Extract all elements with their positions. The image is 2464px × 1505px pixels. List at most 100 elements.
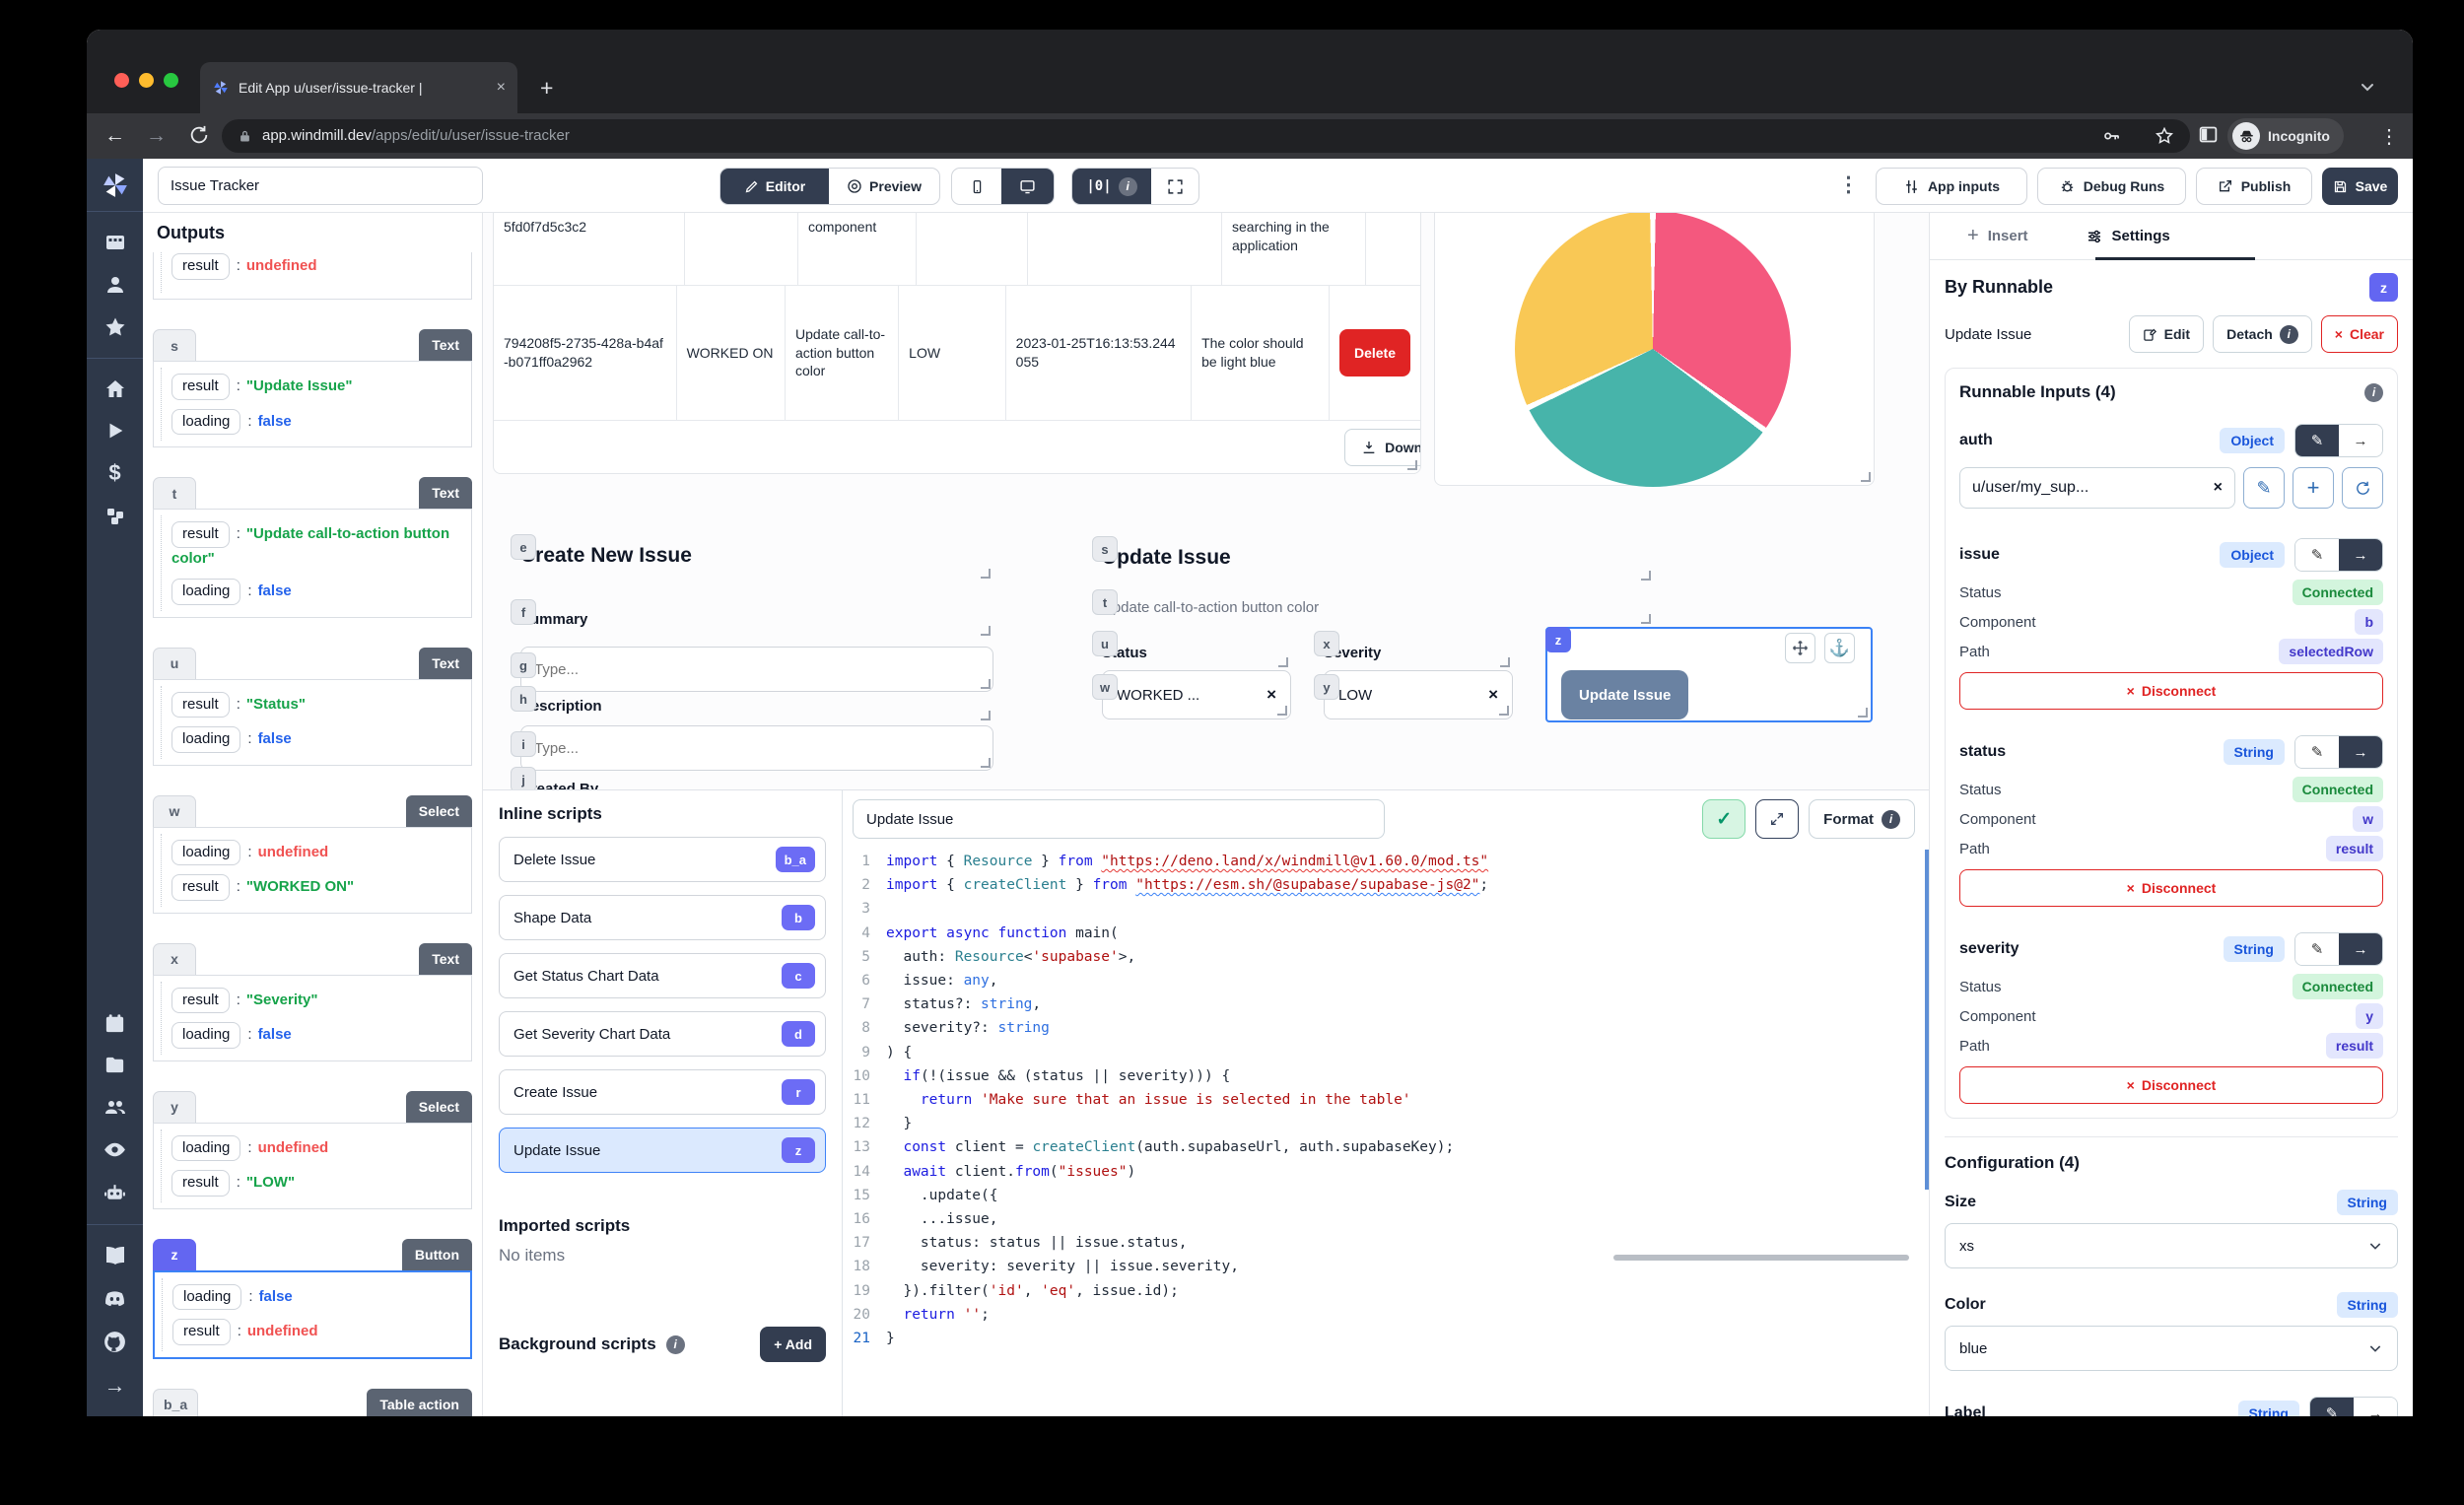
- discord-icon[interactable]: [103, 1286, 127, 1311]
- output-card-y[interactable]: y Select loading: undefined result: "LOW": [153, 1090, 472, 1209]
- output-card-z-selected[interactable]: z Button loading: false result: undefined: [153, 1238, 472, 1359]
- save-button[interactable]: Save: [2322, 168, 2398, 205]
- static-mode-pencil-icon[interactable]: ✎: [2310, 1398, 2354, 1416]
- browser-menu-icon[interactable]: ⋮: [2379, 124, 2399, 149]
- side-panel-icon[interactable]: [2198, 124, 2219, 145]
- sidebar-item-audit-eye[interactable]: [103, 1137, 127, 1162]
- traffic-light-close[interactable]: [114, 73, 129, 88]
- clear-resource-icon[interactable]: ×: [2214, 479, 2223, 497]
- sidebar-item-groups[interactable]: [103, 1095, 127, 1119]
- status-select[interactable]: WORKED ... ×: [1102, 670, 1291, 719]
- traffic-light-minimize[interactable]: [139, 73, 154, 88]
- forward-icon[interactable]: →: [146, 124, 167, 148]
- sidebar-item-variables[interactable]: $: [108, 460, 120, 486]
- app-name-input[interactable]: [158, 167, 483, 205]
- connect-mode-arrow-icon[interactable]: →: [2354, 1398, 2397, 1416]
- clear-select-icon[interactable]: ×: [1266, 685, 1276, 705]
- reload-icon[interactable]: [188, 124, 210, 146]
- severity-select[interactable]: LOW ×: [1324, 670, 1513, 719]
- update-issue-button[interactable]: Update Issue: [1561, 670, 1689, 719]
- sidebar-item-resources[interactable]: [103, 505, 127, 528]
- editor-tab[interactable]: Editor: [720, 169, 829, 204]
- status-pie-chart-card[interactable]: [1434, 213, 1875, 487]
- format-button[interactable]: Format i: [1809, 799, 1915, 839]
- auth-resource-field[interactable]: u/user/my_sup... ×: [1959, 467, 2235, 509]
- collapse-rail-arrow-icon[interactable]: →: [104, 1373, 126, 1399]
- sidebar-item-apps[interactable]: [103, 231, 127, 254]
- static-mode-pencil-icon[interactable]: ✎: [2295, 736, 2339, 768]
- output-card-t[interactable]: t Text result: "Update call-to-action butt…: [153, 477, 472, 618]
- download-button[interactable]: Download: [1344, 429, 1420, 466]
- sidebar-item-home[interactable]: [103, 377, 127, 401]
- script-name-input[interactable]: [853, 799, 1385, 839]
- static-mode-pencil-icon[interactable]: ✎: [2295, 425, 2339, 456]
- debug-runs-button[interactable]: Debug Runs: [2037, 168, 2186, 205]
- connect-mode-arrow-icon[interactable]: →: [2339, 539, 2382, 571]
- sidebar-item-runs[interactable]: [104, 420, 126, 442]
- script-item-update-issue-selected[interactable]: Update Issue z: [499, 1128, 826, 1173]
- issues-table[interactable]: 5fd0f7d5c3c2 component searching in the …: [493, 213, 1421, 474]
- traffic-light-zoom[interactable]: [164, 73, 178, 88]
- refresh-resource-icon[interactable]: [2342, 467, 2383, 509]
- move-handle-icon[interactable]: [1785, 633, 1815, 663]
- delete-row-button[interactable]: Delete: [1339, 329, 1410, 376]
- bookmark-star-icon[interactable]: [2155, 126, 2174, 146]
- app-inputs-button[interactable]: App inputs: [1876, 168, 2027, 205]
- disconnect-button[interactable]: × Disconnect: [1959, 1066, 2383, 1104]
- clear-button[interactable]: × Clear: [2320, 315, 2398, 353]
- disconnect-button[interactable]: × Disconnect: [1959, 672, 2383, 710]
- description-input[interactable]: [520, 725, 993, 771]
- size-select[interactable]: xs: [1945, 1223, 2398, 1268]
- output-card-u[interactable]: u Text result: "Status" loading: false: [153, 647, 472, 766]
- settings-tab[interactable]: Settings: [2086, 228, 2170, 245]
- new-tab-icon[interactable]: +: [540, 77, 553, 100]
- mobile-view-button[interactable]: [952, 169, 1001, 204]
- script-item-get-severity-chart-data[interactable]: Get Severity Chart Data d: [499, 1011, 826, 1057]
- output-card-x[interactable]: x Text result: "Severity" loading: false: [153, 942, 472, 1061]
- sidebar-item-user[interactable]: [103, 273, 127, 297]
- output-card-w[interactable]: w Select loading: undefined result: "WORKED…: [153, 794, 472, 914]
- clear-select-icon[interactable]: ×: [1488, 685, 1498, 705]
- connect-mode-arrow-icon[interactable]: →: [2339, 736, 2382, 768]
- desktop-view-button[interactable]: [1001, 169, 1054, 204]
- status-label-block[interactable]: Status: [1102, 645, 1291, 670]
- script-item-get-status-chart-data[interactable]: Get Status Chart Data c: [499, 953, 826, 998]
- edit-runnable-button[interactable]: Edit: [2128, 315, 2205, 353]
- schema-explorer-button[interactable]: |0| i: [1072, 169, 1151, 204]
- script-item-delete-issue[interactable]: Delete Issue b_a: [499, 837, 826, 882]
- add-resource-icon[interactable]: +: [2293, 467, 2334, 509]
- expand-editor-button[interactable]: [1755, 799, 1800, 839]
- sidebar-item-folders[interactable]: [103, 1054, 126, 1076]
- sidebar-item-favorites-star[interactable]: [103, 315, 127, 339]
- code-editor[interactable]: 1 import { Resource } from "https://deno.…: [843, 850, 1915, 1416]
- description-input-block[interactable]: [520, 725, 993, 771]
- connect-mode-arrow-icon[interactable]: →: [2339, 933, 2382, 965]
- update-issue-subtitle-block[interactable]: Update call-to-action button color: [1102, 599, 1654, 627]
- back-icon[interactable]: ←: [104, 124, 125, 148]
- tab-close-icon[interactable]: ×: [497, 79, 506, 97]
- summary-label-block[interactable]: Summary: [520, 611, 993, 639]
- table-row-selected[interactable]: 794208f5-2735-428a-b4af-b071ff0a2962 WOR…: [494, 286, 1420, 421]
- sidebar-item-schedules[interactable]: [103, 1012, 126, 1035]
- sidebar-item-workers-robot[interactable]: [103, 1181, 127, 1205]
- update-issue-title-block[interactable]: Update Issue: [1102, 546, 1654, 583]
- static-mode-pencil-icon[interactable]: ✎: [2295, 933, 2339, 965]
- summary-input-block[interactable]: [520, 647, 993, 692]
- fullscreen-button[interactable]: [1151, 169, 1198, 204]
- add-background-script-button[interactable]: + Add: [760, 1327, 826, 1362]
- github-icon[interactable]: [103, 1330, 127, 1354]
- summary-input[interactable]: [520, 647, 993, 692]
- script-item-shape-data[interactable]: Shape Data b: [499, 895, 826, 940]
- script-item-create-issue[interactable]: Create Issue r: [499, 1069, 826, 1115]
- static-mode-pencil-icon[interactable]: ✎: [2295, 539, 2339, 571]
- output-card-b_a[interactable]: b_aTable action loading:false result:und…: [153, 1388, 472, 1416]
- tab-search-chevron-icon[interactable]: [2360, 79, 2375, 95]
- docs-book-icon[interactable]: [103, 1244, 127, 1267]
- preview-tab[interactable]: Preview: [829, 169, 939, 204]
- connect-mode-arrow-icon[interactable]: →: [2339, 425, 2382, 456]
- windmill-logo-icon[interactable]: [87, 159, 143, 212]
- url-field[interactable]: app.windmill.dev/apps/edit/u/user/issue-…: [222, 119, 2190, 153]
- browser-tab[interactable]: Edit App u/user/issue-tracker | ×: [200, 62, 517, 113]
- detach-button[interactable]: Detach i: [2213, 315, 2312, 353]
- create-issue-title-block[interactable]: Create New Issue: [520, 544, 993, 581]
